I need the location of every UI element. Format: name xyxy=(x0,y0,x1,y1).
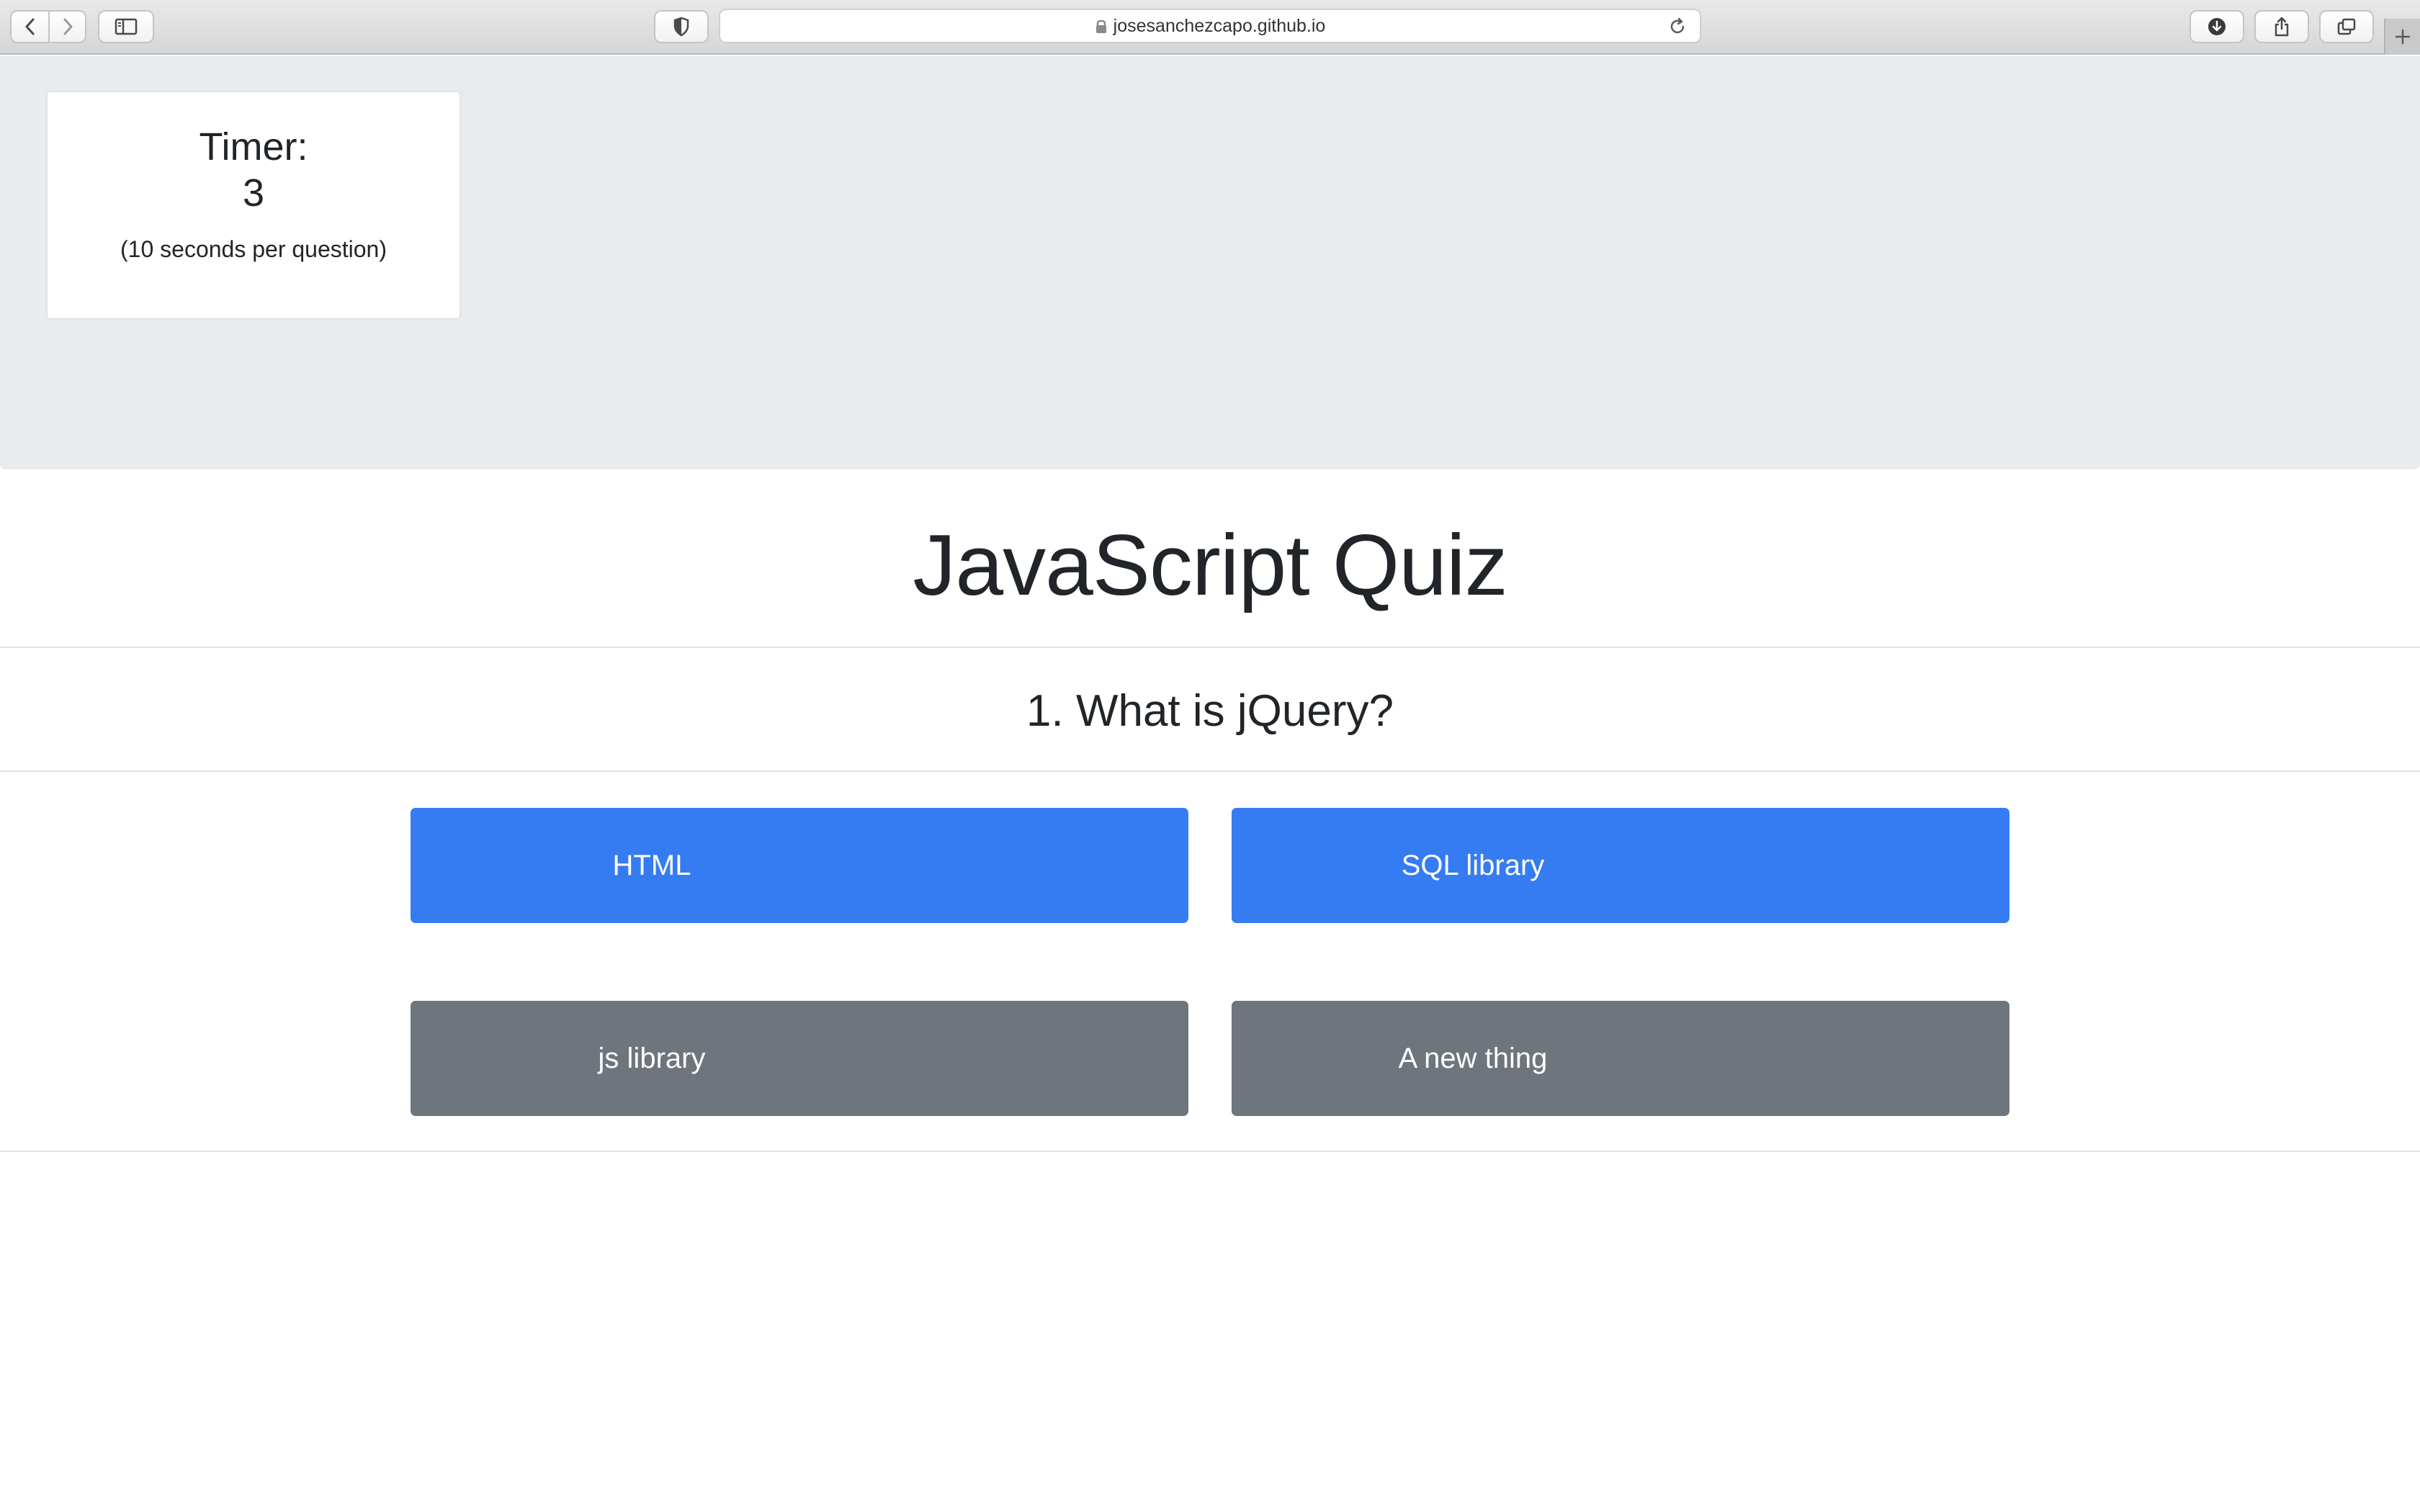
navigation-buttons xyxy=(10,10,86,43)
browser-toolbar: josesanchezcapo.github.io xyxy=(0,0,2420,55)
question-text: 1. What is jQuery? xyxy=(1026,686,1394,736)
answer-button-2[interactable]: SQL library xyxy=(1232,808,2009,923)
quiz-title: JavaScript Quiz xyxy=(913,517,1507,613)
timer-card: Timer: 3 (10 seconds per question) xyxy=(46,91,461,320)
new-tab-button[interactable] xyxy=(2384,19,2420,55)
forward-button[interactable] xyxy=(48,12,85,42)
tabs-overview-icon xyxy=(2337,18,2356,35)
answer-label: A new thing xyxy=(1398,1042,1548,1074)
share-icon xyxy=(2275,17,2289,37)
answer-button-3[interactable]: js library xyxy=(411,1001,1188,1116)
sidebar-icon xyxy=(115,18,138,35)
answer-label: SQL library xyxy=(1401,849,1545,881)
answer-label: js library xyxy=(598,1042,706,1074)
reload-icon[interactable] xyxy=(1668,17,1687,36)
back-button[interactable] xyxy=(12,12,48,42)
timer-note: (10 seconds per question) xyxy=(120,236,387,262)
lock-icon xyxy=(1095,19,1106,33)
address-bar[interactable]: josesanchezcapo.github.io xyxy=(719,9,1701,43)
sidebar-button[interactable] xyxy=(98,10,154,43)
answer-button-1[interactable]: HTML xyxy=(411,808,1188,923)
url-text: josesanchezcapo.github.io xyxy=(1113,15,1326,36)
divider xyxy=(0,770,2420,772)
plus-icon xyxy=(2395,29,2411,45)
privacy-report-button[interactable] xyxy=(654,10,709,43)
answer-button-4[interactable]: A new thing xyxy=(1232,1001,2009,1116)
downloads-button[interactable] xyxy=(2190,10,2244,43)
chevron-right-icon xyxy=(63,18,72,35)
divider xyxy=(0,647,2420,648)
answer-label: HTML xyxy=(612,849,691,881)
share-button[interactable] xyxy=(2254,10,2309,43)
timer-title: Timer: xyxy=(199,125,308,168)
chevron-left-icon xyxy=(25,18,34,35)
divider xyxy=(0,1151,2420,1152)
tab-overview-button[interactable] xyxy=(2319,10,2374,43)
shield-icon xyxy=(673,17,689,37)
timer-value: 3 xyxy=(242,171,265,215)
download-icon xyxy=(2208,18,2226,35)
